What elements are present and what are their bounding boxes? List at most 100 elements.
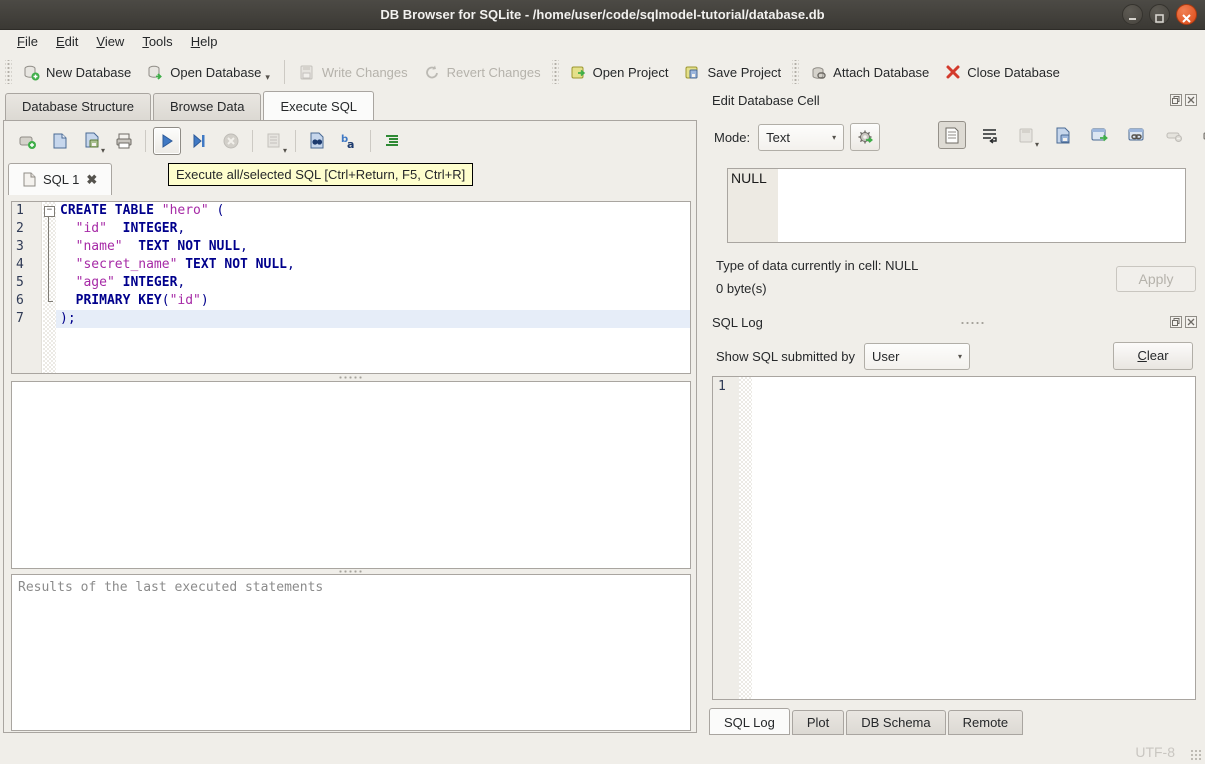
new-database-button[interactable]: New Database: [15, 59, 139, 86]
save-project-label: Save Project: [707, 64, 782, 80]
word-wrap-button[interactable]: [975, 121, 1003, 149]
close-dock-icon[interactable]: [1185, 94, 1197, 106]
toolbar-handle[interactable]: [551, 60, 559, 84]
save-results-button: ▾: [260, 127, 288, 155]
new-database-icon: [23, 64, 40, 81]
mode-select[interactable]: Text ▾: [758, 123, 845, 151]
copy-link-button[interactable]: [1123, 121, 1151, 149]
revert-changes-button: Revert Changes: [416, 59, 549, 86]
right-dock: Edit Database Cell Mode: Text ▾ ▾ NULL T…: [706, 91, 1205, 737]
sql-doc-tabbar: SQL 1 ✖: [8, 163, 113, 195]
close-database-button[interactable]: Close Database: [937, 59, 1068, 85]
toolbar-handle[interactable]: [792, 60, 800, 84]
toolbar-separator: [283, 60, 285, 84]
resize-grip-icon[interactable]: [1190, 749, 1202, 761]
tab-remote[interactable]: Remote: [947, 710, 1024, 735]
save-sql-file-button[interactable]: ▾: [78, 127, 106, 155]
sql-doc-tab[interactable]: SQL 1 ✖: [8, 163, 113, 195]
open-database-icon: [147, 64, 164, 81]
splitter-handle-icon[interactable]: [338, 570, 364, 573]
save-project-button[interactable]: Save Project: [676, 59, 789, 86]
cell-value-text: NULL: [731, 170, 767, 186]
find-replace-button[interactable]: [303, 127, 331, 155]
menu-help[interactable]: Help: [182, 31, 227, 52]
encoding-indicator[interactable]: UTF-8: [1135, 744, 1175, 760]
mode-select-value: Text: [766, 129, 790, 145]
sql-log-view[interactable]: 1: [712, 376, 1196, 700]
edit-cell-dock-buttons: [1170, 94, 1197, 106]
print-cell-button[interactable]: [1197, 121, 1205, 149]
open-project-label: Open Project: [592, 64, 669, 80]
open-sql-file-button[interactable]: [46, 127, 74, 155]
format-sql-button[interactable]: [378, 127, 406, 155]
tab-database-structure[interactable]: Database Structure: [5, 93, 152, 120]
import-data-button: ▾: [1012, 121, 1040, 149]
results-grid-pane[interactable]: [11, 381, 691, 569]
stop-execution-button: [217, 127, 245, 155]
dock-tab-bar: SQL Log Plot DB Schema Remote: [709, 708, 1025, 735]
autocomplete-button[interactable]: ba: [335, 127, 363, 155]
new-sql-tab-button[interactable]: [14, 127, 42, 155]
sql-editor[interactable]: 1CREATE TABLE "hero" (2 "id" INTEGER,3 "…: [11, 201, 691, 374]
menu-view[interactable]: View: [87, 31, 133, 52]
results-message-pane[interactable]: Results of the last executed statements: [11, 574, 691, 731]
close-dock-icon[interactable]: [1185, 316, 1197, 328]
dock-splitter-handle[interactable]: [960, 321, 986, 325]
editor-line[interactable]: 3 "name" TEXT NOT NULL,: [12, 238, 690, 256]
titlebar[interactable]: DB Browser for SQLite - /home/user/code/…: [0, 0, 1205, 30]
float-dock-icon[interactable]: [1170, 316, 1182, 328]
minimize-button[interactable]: [1122, 4, 1143, 25]
editor-line[interactable]: 2 "id" INTEGER,: [12, 220, 690, 238]
editor-line[interactable]: 1CREATE TABLE "hero" (: [12, 202, 690, 220]
editor-line[interactable]: 6 PRIMARY KEY("id"): [12, 292, 690, 310]
toolbar-separator: [252, 130, 253, 152]
log-filter-value: User: [871, 348, 900, 364]
close-button[interactable]: [1176, 4, 1197, 25]
tab-db-schema[interactable]: DB Schema: [846, 710, 946, 735]
toolbar-handle[interactable]: [5, 60, 12, 84]
log-filter-select[interactable]: User ▾: [863, 342, 970, 370]
sql-log-title: SQL Log: [712, 315, 763, 330]
export-data-button[interactable]: [1049, 121, 1077, 149]
auto-apply-button[interactable]: [850, 123, 881, 151]
execute-current-line-button[interactable]: [185, 127, 213, 155]
log-fold-margin: [739, 377, 752, 699]
cell-size-info: 0 byte(s): [716, 281, 767, 296]
save-sql-dropdown-icon[interactable]: ▾: [101, 146, 105, 155]
execute-sql-tooltip: Execute all/selected SQL [Ctrl+Return, F…: [168, 163, 474, 186]
maximize-button[interactable]: [1149, 4, 1170, 25]
close-sql-tab-icon[interactable]: ✖: [86, 172, 97, 188]
editor-line[interactable]: 4 "secret_name" TEXT NOT NULL,: [12, 256, 690, 274]
main-tab-bar: Database Structure Browse Data Execute S…: [5, 91, 376, 120]
attach-database-button[interactable]: Attach Database: [802, 59, 937, 86]
print-sql-button[interactable]: [110, 127, 138, 155]
menu-tools[interactable]: Tools: [133, 31, 181, 52]
tab-sql-log[interactable]: SQL Log: [709, 708, 790, 735]
cell-value-editor[interactable]: NULL: [727, 168, 1186, 243]
open-database-button[interactable]: Open Database ▾: [139, 59, 278, 86]
open-project-button[interactable]: Open Project: [562, 59, 677, 86]
menu-edit[interactable]: Edit: [47, 31, 87, 52]
splitter-handle-icon[interactable]: [338, 376, 364, 379]
open-external-button[interactable]: [1086, 121, 1114, 149]
float-dock-icon[interactable]: [1170, 94, 1182, 106]
editor-line[interactable]: 5 "age" INTEGER,: [12, 274, 690, 292]
text-mode-button[interactable]: [938, 121, 966, 149]
editor-splitter[interactable]: [11, 374, 691, 381]
tab-plot[interactable]: Plot: [791, 710, 845, 735]
statusbar: UTF-8: [0, 737, 1205, 764]
sql-file-icon: [23, 172, 36, 187]
write-changes-icon: [299, 64, 316, 81]
execute-sql-button[interactable]: [153, 127, 181, 155]
save-project-icon: [684, 64, 701, 81]
tab-browse-data[interactable]: Browse Data: [153, 93, 262, 120]
tab-execute-sql[interactable]: Execute SQL: [263, 91, 375, 120]
clear-log-button[interactable]: Clear: [1113, 342, 1193, 370]
chevron-down-icon: ▾: [832, 132, 837, 142]
editor-body[interactable]: 1CREATE TABLE "hero" (2 "id" INTEGER,3 "…: [12, 202, 690, 328]
write-changes-label: Write Changes: [321, 64, 408, 80]
open-database-dropdown-icon[interactable]: ▾: [265, 72, 270, 83]
menu-file[interactable]: File: [8, 31, 47, 52]
editor-line[interactable]: 7);: [12, 310, 690, 328]
attach-database-label: Attach Database: [833, 64, 930, 80]
